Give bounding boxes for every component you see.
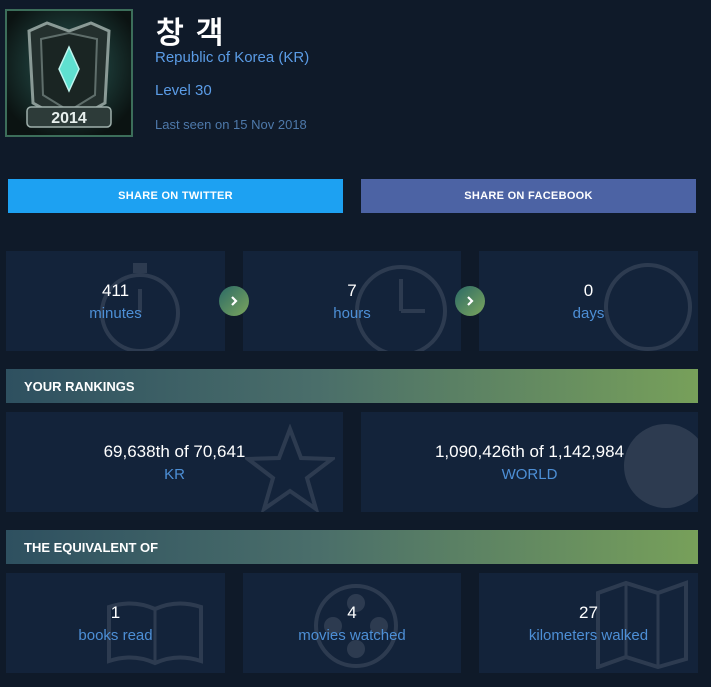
profile-avatar: 2014 [5,9,133,137]
walked-tile: 27 kilometers walked [479,573,698,673]
map-icon [596,580,688,669]
level-label: Level 30 [155,82,212,99]
share-twitter-button[interactable]: SHARE ON TWITTER [8,179,343,213]
minutes-unit: minutes [89,304,142,322]
globe-icon [624,424,698,508]
chevron-right-icon [455,286,485,316]
days-unit: days [572,304,605,322]
books-label: books read [78,626,153,644]
rank-kr-tile: 69,638th of 70,641 KR [6,412,343,512]
chevron-right-icon [219,286,249,316]
rank-world-scope: WORLD [501,465,558,483]
books-value: 1 [110,602,121,622]
summoner-name: 창 객 [156,17,226,50]
minutes-tile: 411 minutes [6,251,225,351]
minutes-value: 411 [101,280,130,300]
star-icon [245,424,335,512]
hours-unit: hours [333,304,371,322]
rank-world-tile: 1,090,426th of 1,142,984 WORLD [361,412,698,512]
hours-value: 7 [347,280,357,300]
rank-kr-value: 69,638th of 70,641 [103,441,246,461]
rank-world-value: 1,090,426th of 1,142,984 [434,441,625,461]
movies-tile: 4 movies watched [243,573,461,673]
movies-value: 4 [347,602,357,622]
svg-text:2014: 2014 [51,110,87,127]
rank-kr-scope: KR [164,465,185,483]
walked-label: kilometers walked [528,626,649,644]
region-label: Republic of Korea (KR) [155,49,310,66]
movies-label: movies watched [298,626,406,644]
equivalent-header: THE EQUIVALENT OF [6,530,698,564]
season-badge-icon: 2014 [7,11,131,135]
rankings-header: YOUR RANKINGS [6,369,698,403]
hours-tile: 7 hours [243,251,461,351]
share-facebook-button[interactable]: SHARE ON FACEBOOK [361,179,696,213]
last-seen-label: Last seen on 15 Nov 2018 [155,117,307,132]
books-tile: 1 books read [6,573,225,673]
walked-value: 27 [579,602,598,622]
days-value: 0 [583,280,594,300]
days-tile: 0 days [479,251,698,351]
circle-icon [604,263,692,351]
